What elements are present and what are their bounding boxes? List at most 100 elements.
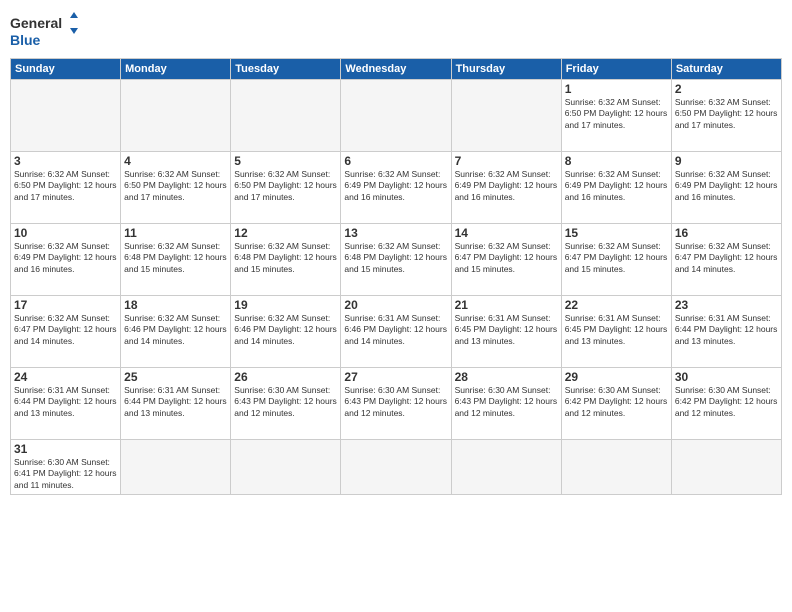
day-info: Sunrise: 6:30 AM Sunset: 6:41 PM Dayligh… bbox=[14, 457, 117, 491]
day-number: 12 bbox=[234, 226, 337, 240]
calendar-cell bbox=[121, 440, 231, 495]
day-number: 6 bbox=[344, 154, 447, 168]
day-info: Sunrise: 6:32 AM Sunset: 6:49 PM Dayligh… bbox=[455, 169, 558, 203]
calendar-cell: 2Sunrise: 6:32 AM Sunset: 6:50 PM Daylig… bbox=[671, 80, 781, 152]
day-info: Sunrise: 6:32 AM Sunset: 6:50 PM Dayligh… bbox=[675, 97, 778, 131]
calendar-cell: 13Sunrise: 6:32 AM Sunset: 6:48 PM Dayli… bbox=[341, 224, 451, 296]
calendar-cell bbox=[11, 80, 121, 152]
page-header: GeneralBlue bbox=[10, 10, 782, 50]
day-number: 27 bbox=[344, 370, 447, 384]
day-number: 29 bbox=[565, 370, 668, 384]
weekday-header-row: SundayMondayTuesdayWednesdayThursdayFrid… bbox=[11, 59, 782, 80]
calendar-cell bbox=[231, 80, 341, 152]
weekday-thursday: Thursday bbox=[451, 59, 561, 80]
day-number: 1 bbox=[565, 82, 668, 96]
day-number: 18 bbox=[124, 298, 227, 312]
calendar-cell bbox=[451, 440, 561, 495]
day-info: Sunrise: 6:32 AM Sunset: 6:50 PM Dayligh… bbox=[14, 169, 117, 203]
day-number: 19 bbox=[234, 298, 337, 312]
calendar-cell: 4Sunrise: 6:32 AM Sunset: 6:50 PM Daylig… bbox=[121, 152, 231, 224]
weekday-friday: Friday bbox=[561, 59, 671, 80]
day-info: Sunrise: 6:31 AM Sunset: 6:44 PM Dayligh… bbox=[124, 385, 227, 419]
weekday-tuesday: Tuesday bbox=[231, 59, 341, 80]
weekday-wednesday: Wednesday bbox=[341, 59, 451, 80]
day-number: 10 bbox=[14, 226, 117, 240]
day-info: Sunrise: 6:30 AM Sunset: 6:42 PM Dayligh… bbox=[675, 385, 778, 419]
day-number: 26 bbox=[234, 370, 337, 384]
day-info: Sunrise: 6:31 AM Sunset: 6:44 PM Dayligh… bbox=[14, 385, 117, 419]
day-info: Sunrise: 6:32 AM Sunset: 6:49 PM Dayligh… bbox=[675, 169, 778, 203]
calendar-cell: 21Sunrise: 6:31 AM Sunset: 6:45 PM Dayli… bbox=[451, 296, 561, 368]
day-info: Sunrise: 6:30 AM Sunset: 6:42 PM Dayligh… bbox=[565, 385, 668, 419]
day-number: 2 bbox=[675, 82, 778, 96]
day-info: Sunrise: 6:32 AM Sunset: 6:46 PM Dayligh… bbox=[124, 313, 227, 347]
day-number: 16 bbox=[675, 226, 778, 240]
day-info: Sunrise: 6:32 AM Sunset: 6:48 PM Dayligh… bbox=[124, 241, 227, 275]
day-number: 15 bbox=[565, 226, 668, 240]
calendar-cell: 31Sunrise: 6:30 AM Sunset: 6:41 PM Dayli… bbox=[11, 440, 121, 495]
calendar-cell: 25Sunrise: 6:31 AM Sunset: 6:44 PM Dayli… bbox=[121, 368, 231, 440]
day-number: 23 bbox=[675, 298, 778, 312]
day-info: Sunrise: 6:30 AM Sunset: 6:43 PM Dayligh… bbox=[234, 385, 337, 419]
calendar-cell bbox=[231, 440, 341, 495]
calendar-cell: 8Sunrise: 6:32 AM Sunset: 6:49 PM Daylig… bbox=[561, 152, 671, 224]
day-info: Sunrise: 6:32 AM Sunset: 6:46 PM Dayligh… bbox=[234, 313, 337, 347]
calendar-cell: 6Sunrise: 6:32 AM Sunset: 6:49 PM Daylig… bbox=[341, 152, 451, 224]
calendar-cell: 1Sunrise: 6:32 AM Sunset: 6:50 PM Daylig… bbox=[561, 80, 671, 152]
day-number: 22 bbox=[565, 298, 668, 312]
calendar-cell bbox=[451, 80, 561, 152]
calendar-cell: 10Sunrise: 6:32 AM Sunset: 6:49 PM Dayli… bbox=[11, 224, 121, 296]
day-info: Sunrise: 6:32 AM Sunset: 6:47 PM Dayligh… bbox=[14, 313, 117, 347]
day-number: 17 bbox=[14, 298, 117, 312]
day-number: 21 bbox=[455, 298, 558, 312]
day-info: Sunrise: 6:32 AM Sunset: 6:49 PM Dayligh… bbox=[344, 169, 447, 203]
calendar-cell: 15Sunrise: 6:32 AM Sunset: 6:47 PM Dayli… bbox=[561, 224, 671, 296]
calendar-cell: 23Sunrise: 6:31 AM Sunset: 6:44 PM Dayli… bbox=[671, 296, 781, 368]
day-info: Sunrise: 6:32 AM Sunset: 6:48 PM Dayligh… bbox=[344, 241, 447, 275]
day-info: Sunrise: 6:32 AM Sunset: 6:47 PM Dayligh… bbox=[675, 241, 778, 275]
calendar-cell: 19Sunrise: 6:32 AM Sunset: 6:46 PM Dayli… bbox=[231, 296, 341, 368]
weekday-sunday: Sunday bbox=[11, 59, 121, 80]
calendar-table: SundayMondayTuesdayWednesdayThursdayFrid… bbox=[10, 58, 782, 495]
day-number: 9 bbox=[675, 154, 778, 168]
day-number: 13 bbox=[344, 226, 447, 240]
day-info: Sunrise: 6:31 AM Sunset: 6:45 PM Dayligh… bbox=[455, 313, 558, 347]
day-number: 8 bbox=[565, 154, 668, 168]
day-info: Sunrise: 6:32 AM Sunset: 6:50 PM Dayligh… bbox=[124, 169, 227, 203]
calendar-cell: 22Sunrise: 6:31 AM Sunset: 6:45 PM Dayli… bbox=[561, 296, 671, 368]
calendar-cell: 28Sunrise: 6:30 AM Sunset: 6:43 PM Dayli… bbox=[451, 368, 561, 440]
day-number: 7 bbox=[455, 154, 558, 168]
day-number: 11 bbox=[124, 226, 227, 240]
calendar-cell bbox=[671, 440, 781, 495]
calendar-cell: 20Sunrise: 6:31 AM Sunset: 6:46 PM Dayli… bbox=[341, 296, 451, 368]
day-number: 28 bbox=[455, 370, 558, 384]
logo-icon: GeneralBlue bbox=[10, 10, 80, 50]
calendar-cell: 3Sunrise: 6:32 AM Sunset: 6:50 PM Daylig… bbox=[11, 152, 121, 224]
day-info: Sunrise: 6:32 AM Sunset: 6:49 PM Dayligh… bbox=[14, 241, 117, 275]
day-number: 14 bbox=[455, 226, 558, 240]
weekday-monday: Monday bbox=[121, 59, 231, 80]
day-info: Sunrise: 6:30 AM Sunset: 6:43 PM Dayligh… bbox=[455, 385, 558, 419]
calendar-cell: 14Sunrise: 6:32 AM Sunset: 6:47 PM Dayli… bbox=[451, 224, 561, 296]
day-info: Sunrise: 6:31 AM Sunset: 6:45 PM Dayligh… bbox=[565, 313, 668, 347]
day-info: Sunrise: 6:32 AM Sunset: 6:47 PM Dayligh… bbox=[455, 241, 558, 275]
day-info: Sunrise: 6:30 AM Sunset: 6:43 PM Dayligh… bbox=[344, 385, 447, 419]
day-number: 24 bbox=[14, 370, 117, 384]
day-info: Sunrise: 6:32 AM Sunset: 6:48 PM Dayligh… bbox=[234, 241, 337, 275]
day-number: 20 bbox=[344, 298, 447, 312]
svg-text:General: General bbox=[10, 15, 62, 31]
calendar-cell: 18Sunrise: 6:32 AM Sunset: 6:46 PM Dayli… bbox=[121, 296, 231, 368]
day-info: Sunrise: 6:32 AM Sunset: 6:50 PM Dayligh… bbox=[565, 97, 668, 131]
calendar-cell: 30Sunrise: 6:30 AM Sunset: 6:42 PM Dayli… bbox=[671, 368, 781, 440]
calendar-cell: 9Sunrise: 6:32 AM Sunset: 6:49 PM Daylig… bbox=[671, 152, 781, 224]
calendar-cell: 16Sunrise: 6:32 AM Sunset: 6:47 PM Dayli… bbox=[671, 224, 781, 296]
calendar-cell bbox=[341, 80, 451, 152]
day-number: 31 bbox=[14, 442, 117, 456]
logo: GeneralBlue bbox=[10, 10, 80, 50]
svg-text:Blue: Blue bbox=[10, 32, 41, 48]
day-info: Sunrise: 6:32 AM Sunset: 6:49 PM Dayligh… bbox=[565, 169, 668, 203]
day-number: 3 bbox=[14, 154, 117, 168]
calendar-cell: 17Sunrise: 6:32 AM Sunset: 6:47 PM Dayli… bbox=[11, 296, 121, 368]
day-info: Sunrise: 6:31 AM Sunset: 6:44 PM Dayligh… bbox=[675, 313, 778, 347]
calendar-cell: 11Sunrise: 6:32 AM Sunset: 6:48 PM Dayli… bbox=[121, 224, 231, 296]
